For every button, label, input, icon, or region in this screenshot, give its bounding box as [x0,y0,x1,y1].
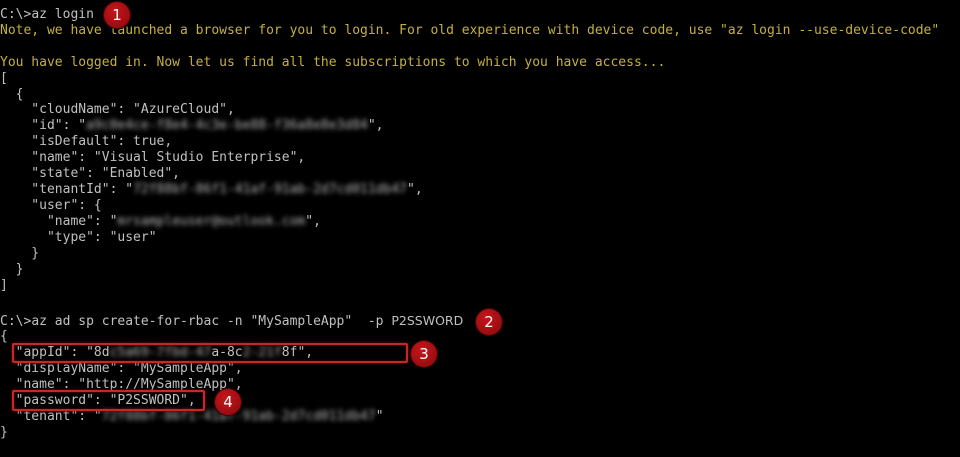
terminal-window[interactable]: C:\>az login Note, we have launched a br… [0,0,960,457]
json-line: { [0,329,8,344]
prompt: C:\> [0,314,32,329]
json-line-isdefault: "isDefault": true, [0,134,173,149]
browser-note-line: Note, we have launched a browser for you… [0,23,940,38]
json-line-displayname: "displayName": "MySampleApp", [0,361,243,376]
logged-in-message-line: You have logged in. Now let us find all … [0,55,666,70]
command-text: az ad sp create-for-rbac -n "MySampleApp… [31,314,392,329]
json-line-user-name: "name": "mrsampleuser@outlook.com", [0,214,321,230]
json-line-tenantid: "tenantId": "72f88bf-86f1-41af-91ab-2d7c… [0,182,423,198]
json-line-id: "id": "a9c0e4ce-f8e4-4c3e-be88-f36a8e8e3… [0,118,384,134]
json-punct: " [375,409,384,424]
password-argument: P2SSWORD [391,313,464,328]
json-line-user: "user": { [0,198,102,213]
redacted-tenant-id: 72f88bf-86f1-41af-91ab-2d7cd011db47 [133,182,407,197]
json-line: { [0,87,24,102]
password-highlight-box [12,390,205,411]
callout-badge-2: 2 [476,309,502,335]
json-line-state: "state": "Enabled", [0,166,181,181]
json-key: "tenantId": " [0,182,134,197]
json-line-cloudname: "cloudName": "AzureCloud", [0,102,235,117]
json-line: } [0,425,8,440]
redacted-tenant: 72f88bf-86f1-41af-91ab-2d7cd011db47 [101,409,376,424]
json-line: [ [0,71,8,86]
json-line: } [0,262,24,277]
json-line-name: "name": "Visual Studio Enterprise", [0,150,306,165]
json-punct: ", [305,214,321,229]
json-line: ] [0,278,8,293]
json-line-user-type: "type": "user" [0,230,157,245]
json-punct: ", [367,118,384,133]
json-key: "tenant": " [0,409,102,424]
appid-highlight-box [12,343,408,363]
az-login-command-line: C:\>az login [0,7,94,23]
redacted-user-name: mrsampleuser@outlook.com [117,214,306,229]
json-line: } [0,246,40,261]
prompt: C:\> [0,7,32,22]
callout-badge-1: 1 [104,2,130,28]
create-for-rbac-command-line: C:\>az ad sp create-for-rbac -n "MySampl… [0,313,463,329]
json-key: "id": " [0,118,87,133]
callout-badge-4: 4 [215,389,241,415]
callout-badge-3: 3 [411,341,437,367]
json-punct: ", [407,182,423,197]
json-line-tenant: "tenant": "72f88bf-86f1-41af-91ab-2d7cd0… [0,409,384,425]
json-key: "name": " [0,214,118,229]
command-text: az login [31,7,94,22]
redacted-subscription-id: a9c0e4ce-f8e4-4c3e-be88-f36a8e8e3d84 [86,118,368,133]
